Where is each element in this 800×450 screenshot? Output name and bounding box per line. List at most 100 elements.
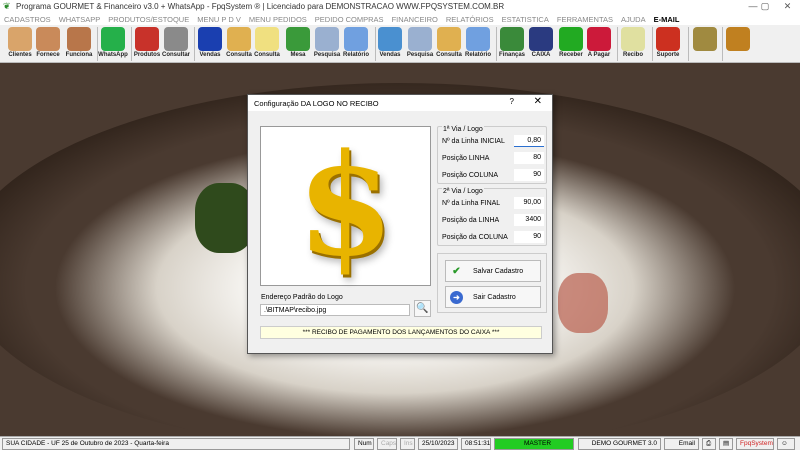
toolbar: Clientes Fornece Funciona WhatsApp Produtos C… bbox=[0, 25, 800, 63]
toolbar-button[interactable]: Consulta bbox=[251, 26, 283, 62]
toolbar-button[interactable]: Fornece bbox=[32, 26, 64, 62]
row-column-position: Posição COLUNA 90 bbox=[442, 169, 544, 181]
exit-button[interactable]: ➜ Sair Cadastro bbox=[445, 286, 541, 308]
menu-item[interactable]: ESTATISTICA bbox=[502, 15, 549, 24]
actions-box: ✔ Salvar Cadastro ➜ Sair Cadastro bbox=[437, 253, 547, 313]
toolbar-button[interactable]: Funciona bbox=[63, 26, 95, 62]
menu-item[interactable]: AJUDA bbox=[621, 15, 646, 24]
menu-item[interactable]: CADASTROS bbox=[4, 15, 51, 24]
column-position-2-input[interactable]: 90 bbox=[514, 231, 544, 243]
printer-icon bbox=[466, 27, 490, 51]
toolbar-button[interactable]: CAIXA bbox=[525, 26, 557, 62]
window-title: Programa GOURMET & Financeiro v3.0 + Wha… bbox=[16, 2, 505, 11]
field-label: Posição da LINHA bbox=[442, 216, 500, 224]
toolbar-label: Relatório bbox=[342, 52, 369, 58]
menu-item[interactable]: MENU PEDIDOS bbox=[249, 15, 307, 24]
toolbar-label: Vendas bbox=[199, 52, 221, 58]
menu-item[interactable]: MENU P D V bbox=[197, 15, 241, 24]
toolbar-button[interactable] bbox=[722, 26, 754, 62]
status-num: Num bbox=[354, 438, 374, 450]
toolbar-button[interactable] bbox=[689, 26, 721, 62]
toolbar-label: Relatório bbox=[464, 52, 491, 58]
menu-item[interactable]: FERRAMENTAS bbox=[557, 15, 613, 24]
dialog-title-bar: Configuração DA LOGO NO RECIBO ? ✕ bbox=[248, 95, 552, 111]
toolbar-label: Pesquisa bbox=[313, 52, 341, 58]
logo-path-input[interactable]: .\BITMAP\recibo.jpg bbox=[260, 304, 410, 316]
final-line-input[interactable]: 90,00 bbox=[514, 197, 544, 209]
drawer-icon bbox=[437, 27, 461, 51]
toolbar-separator bbox=[496, 27, 497, 61]
toolbar-label: CAIXA bbox=[531, 52, 551, 58]
toolbar-button[interactable]: Finanças bbox=[496, 26, 528, 62]
toolbar-separator bbox=[688, 27, 689, 61]
save-button[interactable]: ✔ Salvar Cadastro bbox=[445, 260, 541, 282]
toolbar-button[interactable]: Vendas bbox=[194, 26, 226, 62]
status-city-date: SUA CIDADE - UF 25 de Outubro de 2023 - … bbox=[2, 438, 350, 450]
toolbar-button[interactable]: A Pagar bbox=[583, 26, 615, 62]
status-email[interactable]: Email bbox=[664, 438, 699, 450]
menu-item[interactable]: WHATSAPP bbox=[59, 15, 101, 24]
status-company: DEMO GOURMET 3.0 bbox=[578, 438, 661, 450]
line-position-2-input[interactable]: 3400 bbox=[514, 214, 544, 226]
group-title: 1ª Via / Logo bbox=[442, 126, 484, 133]
field-label: Nº da Linha INICIAL bbox=[442, 137, 505, 145]
logo-config-dialog: Configuração DA LOGO NO RECIBO ? ✕ $ 1ª … bbox=[247, 94, 553, 354]
toolbar-button[interactable]: Relatório bbox=[462, 26, 494, 62]
menu-item[interactable]: FINANCEIRO bbox=[392, 15, 438, 24]
status-bar: SUA CIDADE - UF 25 de Outubro de 2023 - … bbox=[0, 436, 800, 450]
toolbar-button[interactable]: Pesquisa bbox=[311, 26, 343, 62]
dialog-close-button[interactable]: ✕ bbox=[534, 96, 542, 107]
toolbar-button[interactable]: Relatório bbox=[340, 26, 372, 62]
magnifier-icon: 🔍 bbox=[416, 303, 429, 314]
menu-item[interactable]: PRODUTOS/ESTOQUE bbox=[108, 15, 189, 24]
support-icon bbox=[656, 27, 680, 51]
toolbar-label: Consulta bbox=[254, 52, 280, 58]
table-icon bbox=[286, 27, 310, 51]
app-icon: ❦ bbox=[3, 1, 11, 11]
dollar-logo-image: $ bbox=[296, 124, 395, 288]
toolbar-separator bbox=[652, 27, 653, 61]
path-label: Endereço Padrão do Logo bbox=[261, 294, 343, 301]
products-icon bbox=[135, 27, 159, 51]
group-title: 2ª Via / Logo bbox=[442, 188, 484, 195]
menu-item-email[interactable]: E-MAIL bbox=[654, 15, 680, 24]
pdv-icon bbox=[198, 27, 222, 51]
row-final-line: Nº da Linha FINAL 90,00 bbox=[442, 197, 544, 209]
toolbar-label: Recibo bbox=[622, 52, 643, 58]
browse-search-button[interactable]: 🔍 bbox=[414, 300, 431, 317]
initial-line-input[interactable]: 0,80 bbox=[514, 135, 544, 147]
calculator-icon[interactable]: ▤ bbox=[719, 438, 733, 450]
toolbar-button[interactable]: Pesquisa bbox=[404, 26, 436, 62]
exit-label: Sair Cadastro bbox=[473, 293, 516, 301]
toolbar-button[interactable]: Suporte bbox=[652, 26, 684, 62]
menu-item[interactable]: RELATÓRIOS bbox=[446, 15, 494, 24]
close-button[interactable]: ✕ bbox=[775, 0, 800, 13]
toolbar-button[interactable]: Consulta bbox=[433, 26, 465, 62]
toolbar-button[interactable]: WhatsApp bbox=[97, 26, 129, 62]
toolbar-label: Mesa bbox=[290, 52, 306, 58]
menu-bar: CADASTROS WHATSAPP PRODUTOS/ESTOQUE MENU P … bbox=[0, 13, 800, 25]
column-position-input[interactable]: 90 bbox=[514, 169, 544, 181]
status-brand: FpqSystem bbox=[736, 438, 774, 450]
finance-icon bbox=[500, 27, 524, 51]
toolbar-button[interactable]: Mesa bbox=[282, 26, 314, 62]
toolbar-button[interactable]: Vendas bbox=[374, 26, 406, 62]
receipt-book-icon bbox=[621, 27, 645, 51]
line-position-input[interactable]: 80 bbox=[514, 152, 544, 164]
supplier-icon bbox=[36, 27, 60, 51]
toolbar-button[interactable]: Produtos bbox=[131, 26, 163, 62]
help-button[interactable]: ? bbox=[510, 97, 514, 106]
toolbar-label: Produtos bbox=[133, 52, 161, 58]
printer-icon bbox=[344, 27, 368, 51]
maximize-button[interactable]: ▢ bbox=[755, 0, 775, 13]
printer-icon[interactable]: ⎙ bbox=[702, 438, 716, 450]
field-label: Posição COLUNA bbox=[442, 171, 499, 179]
title-bar: ❦ Programa GOURMET & Financeiro v3.0 + W… bbox=[0, 0, 800, 13]
exit-arrow-icon: ➜ bbox=[450, 290, 463, 304]
toolbar-button[interactable]: Recibo bbox=[617, 26, 649, 62]
menu-item[interactable]: PEDIDO COMPRAS bbox=[315, 15, 384, 24]
toolbar-button[interactable]: Consultar bbox=[160, 26, 192, 62]
toolbar-label: Funciona bbox=[65, 52, 93, 58]
cashbook-icon bbox=[529, 27, 553, 51]
field-label: Posição da COLUNA bbox=[442, 233, 508, 241]
